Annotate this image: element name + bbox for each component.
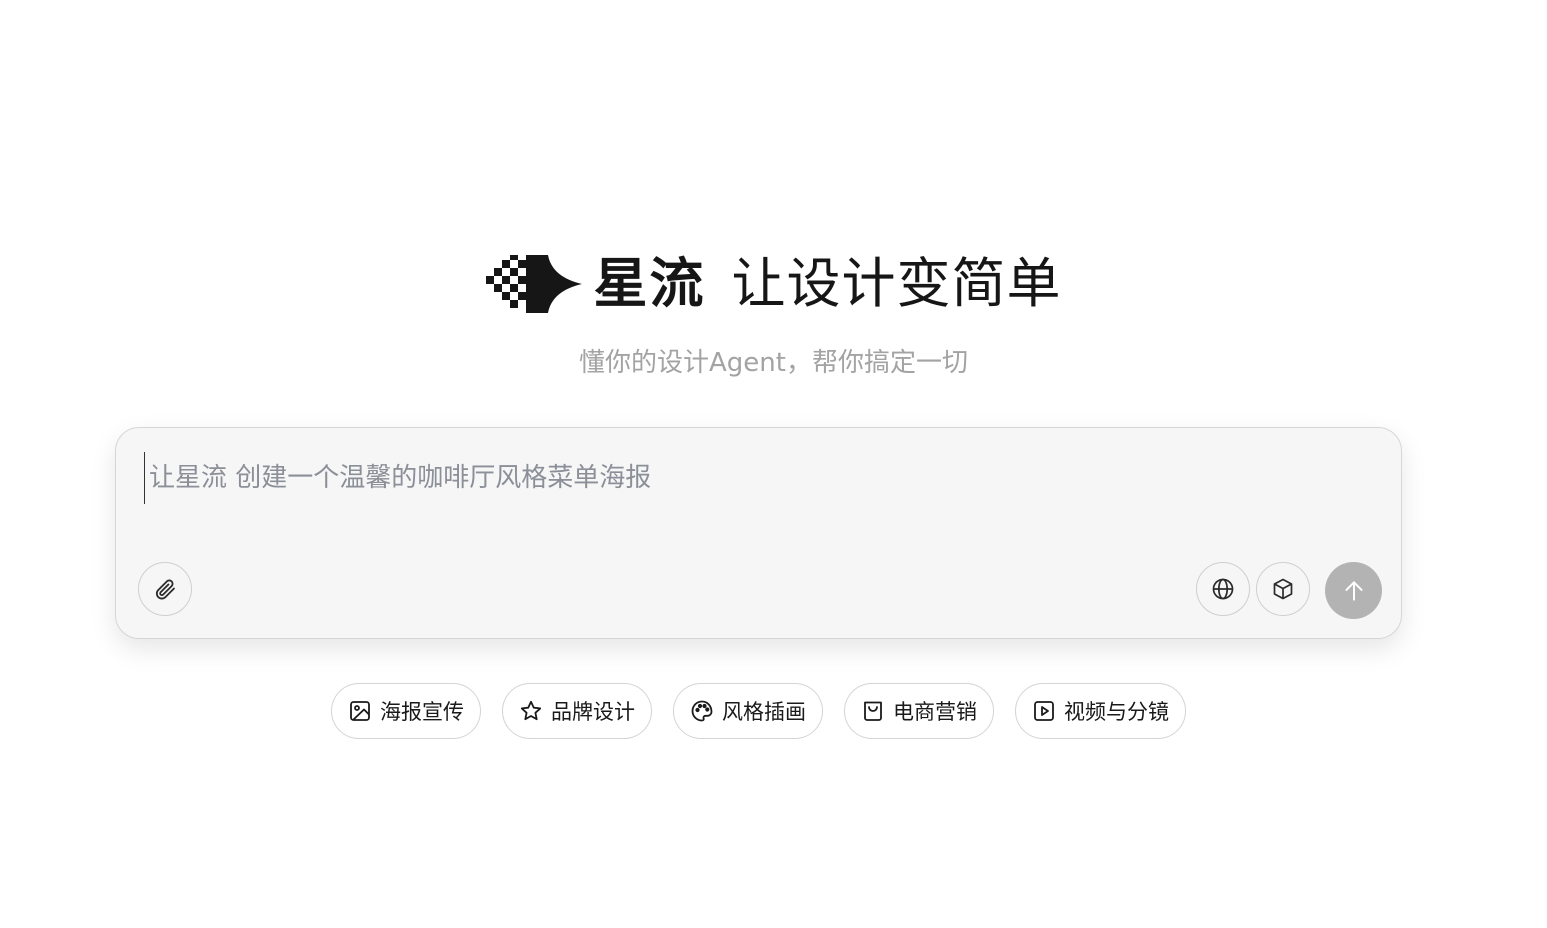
subtitle: 懂你的设计Agent，帮你搞定一切 bbox=[579, 348, 968, 378]
play-square-icon bbox=[1032, 699, 1056, 723]
chip-label: 视频与分镜 bbox=[1064, 700, 1169, 724]
cube-icon bbox=[1273, 578, 1293, 600]
palette-icon bbox=[690, 699, 714, 723]
shopping-bag-icon bbox=[861, 699, 885, 723]
chip-poster[interactable]: 海报宣传 bbox=[331, 683, 481, 739]
hero-title: 星流 让设计变简单 bbox=[0, 252, 1547, 316]
chip-label: 品牌设计 bbox=[551, 700, 635, 724]
star-icon bbox=[519, 699, 543, 723]
chip-label: 风格插画 bbox=[722, 700, 806, 724]
chip-label: 电商营销 bbox=[893, 700, 977, 724]
paperclip-icon bbox=[155, 579, 175, 600]
model-3d-button[interactable] bbox=[1256, 562, 1310, 616]
prompt-composer bbox=[115, 427, 1402, 639]
brand-name: 星流 bbox=[593, 252, 706, 315]
image-icon bbox=[348, 699, 372, 723]
quick-category-chips: 海报宣传 品牌设计 风格插画 电商营销 视频与分镜 bbox=[0, 683, 1547, 739]
chip-video-storyboard[interactable]: 视频与分镜 bbox=[1015, 683, 1186, 739]
chip-label: 海报宣传 bbox=[380, 700, 464, 724]
chip-brand-design[interactable]: 品牌设计 bbox=[502, 683, 652, 739]
send-button[interactable] bbox=[1325, 562, 1382, 619]
web-search-button[interactable] bbox=[1196, 562, 1250, 616]
chip-ecommerce-marketing[interactable]: 电商营销 bbox=[844, 683, 994, 739]
chip-style-illustration[interactable]: 风格插画 bbox=[673, 683, 823, 739]
tagline: 让设计变简单 bbox=[731, 252, 1062, 315]
xingliu-logo-icon bbox=[485, 255, 582, 313]
attach-button[interactable] bbox=[138, 562, 192, 616]
globe-icon bbox=[1212, 578, 1234, 600]
arrow-up-icon bbox=[1344, 580, 1363, 601]
prompt-input[interactable] bbox=[144, 452, 1349, 504]
